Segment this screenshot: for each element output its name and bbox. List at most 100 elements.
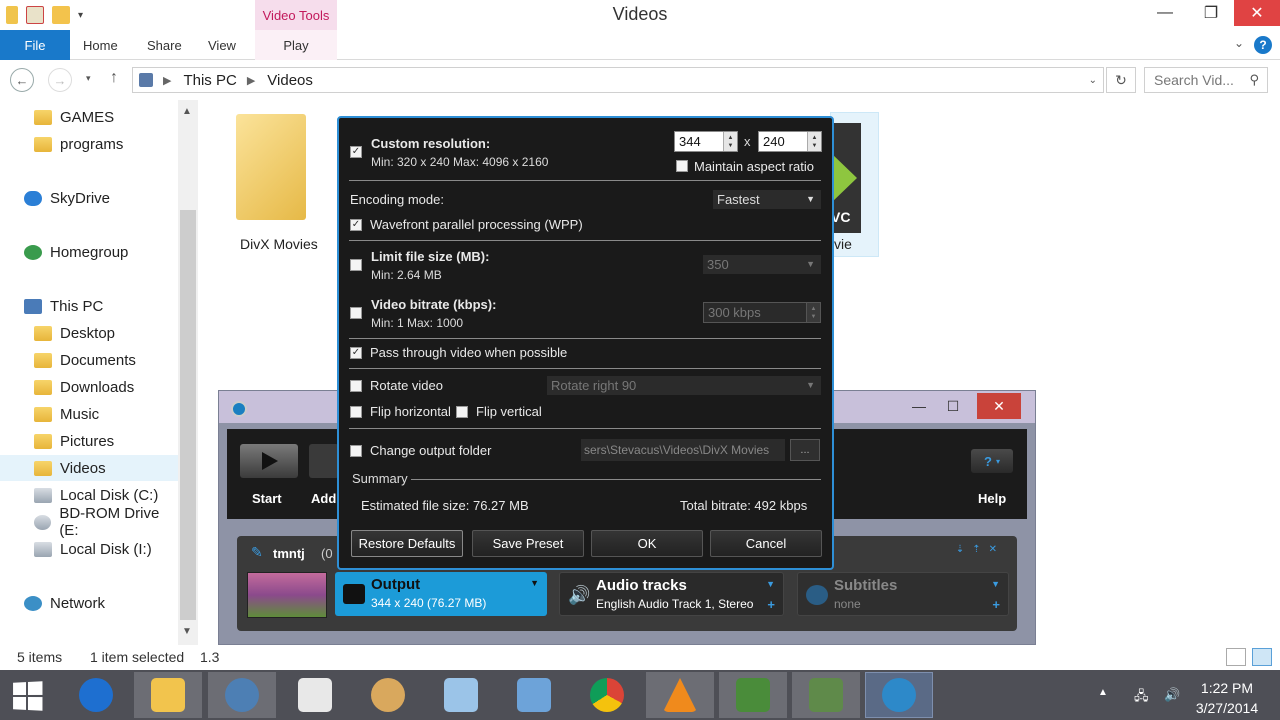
- tab-view[interactable]: View: [208, 38, 236, 53]
- subtitles-panel[interactable]: Subtitles none ▼ +: [797, 572, 1009, 616]
- nav-item-network[interactable]: Network: [0, 590, 178, 616]
- show-hidden-icons-icon[interactable]: ▲: [1098, 687, 1108, 698]
- taskbar-app[interactable]: [281, 672, 349, 718]
- clock[interactable]: 1:22 PM 3/27/2014: [1186, 678, 1268, 718]
- help-icon[interactable]: ?: [1254, 36, 1272, 54]
- item-actions-icon[interactable]: ⇣⇡✕: [956, 544, 1005, 555]
- minimize-icon[interactable]: —: [903, 393, 935, 419]
- taskbar-app[interactable]: [500, 672, 568, 718]
- width-input[interactable]: 344 ▲ ▼: [674, 131, 738, 152]
- add-icon[interactable]: +: [992, 597, 1000, 612]
- taskbar-app[interactable]: [354, 672, 422, 718]
- nav-item-documents[interactable]: Documents: [0, 347, 178, 373]
- expand-ribbon-icon[interactable]: ⌄: [1234, 36, 1244, 50]
- scrollbar-thumb[interactable]: [180, 210, 196, 620]
- search-input[interactable]: Search Vid... ⚲: [1144, 67, 1268, 93]
- network-icon[interactable]: 🖧: [1134, 687, 1149, 709]
- flip-vertical-checkbox[interactable]: [456, 406, 468, 418]
- chevron-down-icon[interactable]: ▼: [766, 579, 775, 589]
- breadcrumb-videos[interactable]: Videos: [267, 72, 313, 89]
- taskbar-app[interactable]: [208, 672, 276, 718]
- refresh-icon[interactable]: ↻: [1106, 67, 1136, 93]
- nav-item-this-pc[interactable]: This PC: [0, 293, 178, 319]
- scroll-down-icon[interactable]: ▼: [182, 626, 192, 637]
- taskbar-app[interactable]: [573, 672, 641, 718]
- volume-icon[interactable]: 🔊: [1164, 687, 1180, 703]
- output-panel[interactable]: Output 344 x 240 (76.27 MB) ▼: [335, 572, 547, 616]
- forward-icon[interactable]: →: [48, 68, 72, 92]
- help-button[interactable]: ? ▾: [971, 449, 1013, 473]
- height-stepper[interactable]: ▲ ▼: [807, 132, 821, 151]
- add-icon[interactable]: +: [767, 597, 775, 612]
- taskbar-app[interactable]: [427, 672, 495, 718]
- nav-item-videos[interactable]: Videos: [0, 455, 178, 481]
- add-button[interactable]: [309, 444, 339, 478]
- chevron-down-icon[interactable]: ▼: [530, 578, 539, 588]
- pass-through-checkbox[interactable]: ✓: [350, 347, 362, 359]
- address-dropdown-icon[interactable]: ⌄: [1089, 75, 1097, 86]
- rotate-select[interactable]: Rotate right 90 ▼: [547, 376, 821, 395]
- nav-scrollbar[interactable]: ▲ ▼: [178, 100, 198, 645]
- limit-size-select[interactable]: 350 ▼: [703, 255, 821, 274]
- width-stepper[interactable]: ▲ ▼: [723, 132, 737, 151]
- cancel-button[interactable]: Cancel: [710, 530, 822, 557]
- save-preset-button[interactable]: Save Preset: [472, 530, 584, 557]
- taskbar-app[interactable]: [62, 672, 130, 718]
- ok-button[interactable]: OK: [591, 530, 703, 557]
- rotate-checkbox[interactable]: [350, 380, 362, 392]
- back-icon[interactable]: ←: [10, 68, 34, 92]
- tab-share[interactable]: Share: [147, 38, 182, 53]
- maximize-icon[interactable]: ❐: [1188, 0, 1234, 26]
- custom-resolution-checkbox[interactable]: ✓: [350, 146, 362, 158]
- nav-item-desktop[interactable]: Desktop: [0, 320, 178, 346]
- up-icon[interactable]: ↑: [110, 69, 118, 87]
- nav-item-music[interactable]: Music: [0, 401, 178, 427]
- tab-home[interactable]: Home: [83, 38, 118, 53]
- maintain-aspect-checkbox[interactable]: [676, 160, 688, 172]
- wpp-checkbox[interactable]: ✓: [350, 219, 362, 231]
- tab-file[interactable]: File: [0, 30, 70, 60]
- taskbar-app[interactable]: [792, 672, 860, 718]
- bitrate-input[interactable]: 300 kbps ▲ ▼: [703, 302, 821, 323]
- taskbar-app[interactable]: [134, 672, 202, 718]
- edit-icon[interactable]: ✎: [251, 544, 263, 561]
- nav-item-pictures[interactable]: Pictures: [0, 428, 178, 454]
- details-view-icon[interactable]: [1226, 648, 1246, 666]
- minimize-icon[interactable]: —: [1142, 0, 1188, 26]
- large-icons-view-icon[interactable]: [1252, 648, 1272, 666]
- maximize-icon[interactable]: ☐: [937, 393, 969, 419]
- bitrate-checkbox[interactable]: [350, 307, 362, 319]
- close-icon[interactable]: ✕: [977, 393, 1021, 419]
- address-input[interactable]: ▶ This PC ▶ Videos ⌄: [132, 67, 1104, 93]
- taskbar-app[interactable]: [646, 672, 714, 718]
- recent-locations-icon[interactable]: ▾: [86, 73, 91, 84]
- nav-item-homegroup[interactable]: Homegroup: [0, 239, 178, 265]
- taskbar-app[interactable]: [719, 672, 787, 718]
- nav-item-programs[interactable]: programs: [0, 131, 178, 157]
- bitrate-stepper[interactable]: ▲ ▼: [806, 303, 820, 322]
- height-input[interactable]: 240 ▲ ▼: [758, 131, 822, 152]
- output-folder-path[interactable]: sers\Stevacus\Videos\DivX Movies: [581, 439, 785, 461]
- chevron-down-icon[interactable]: ▼: [991, 579, 1000, 589]
- folder-item-divx-movies[interactable]: [236, 114, 308, 232]
- nav-item-downloads[interactable]: Downloads: [0, 374, 178, 400]
- encoding-mode-select[interactable]: Fastest ▼: [713, 190, 821, 209]
- limit-size-checkbox[interactable]: [350, 259, 362, 271]
- start-button[interactable]: [240, 444, 298, 478]
- audio-tracks-panel[interactable]: 🔊 Audio tracks English Audio Track 1, St…: [559, 572, 784, 616]
- tab-play[interactable]: Play: [255, 30, 337, 60]
- folder-icon: [236, 114, 306, 220]
- nav-item-local-disk-i[interactable]: Local Disk (I:): [0, 536, 178, 562]
- breadcrumb-this-pc[interactable]: This PC: [183, 72, 236, 89]
- close-icon[interactable]: ✕: [1234, 0, 1280, 26]
- output-folder-checkbox[interactable]: [350, 445, 362, 457]
- taskbar-app[interactable]: [865, 672, 933, 718]
- nav-item-skydrive[interactable]: SkyDrive: [0, 185, 178, 211]
- flip-horizontal-checkbox[interactable]: [350, 406, 362, 418]
- scroll-up-icon[interactable]: ▲: [182, 106, 192, 117]
- windows-logo-icon[interactable]: [13, 681, 43, 711]
- nav-item-games[interactable]: GAMES: [0, 104, 178, 130]
- nav-item-bd-rom[interactable]: BD-ROM Drive (E:: [0, 505, 178, 539]
- browse-button[interactable]: ...: [790, 439, 820, 461]
- restore-defaults-button[interactable]: Restore Defaults: [351, 530, 463, 557]
